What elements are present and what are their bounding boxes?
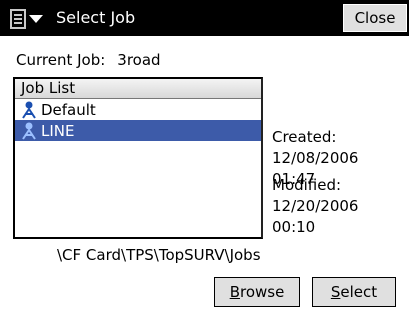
list-item-label: Default xyxy=(41,100,96,119)
current-job-value: 3road xyxy=(117,51,161,69)
start-menu-button[interactable] xyxy=(10,8,50,30)
start-menu-icon xyxy=(10,9,26,29)
list-item-selected[interactable]: LINE xyxy=(15,120,261,141)
select-button[interactable]: Select xyxy=(312,277,396,307)
chevron-down-icon xyxy=(29,15,43,23)
job-icon xyxy=(22,101,36,119)
window-title: Select Job xyxy=(56,8,136,27)
list-item-label: LINE xyxy=(41,121,75,140)
job-list-header[interactable]: Job List xyxy=(15,79,261,99)
close-button[interactable]: Close xyxy=(343,4,407,32)
job-icon xyxy=(22,122,36,140)
created-label: Created: xyxy=(272,128,337,146)
modified-info: Modified: 12/20/2006 00:10 xyxy=(272,175,358,238)
modified-label: Modified: xyxy=(272,176,342,194)
current-job: Current Job: 3road xyxy=(16,51,161,69)
job-list[interactable]: Job List Default LINE xyxy=(13,77,263,239)
jobs-path: \CF Card\TPS\TopSURV\Jobs xyxy=(57,246,261,264)
modified-date: 12/20/2006 xyxy=(272,197,359,215)
browse-button[interactable]: Browse xyxy=(214,277,300,307)
title-bar: Select Job Close xyxy=(0,0,409,36)
modified-time: 00:10 xyxy=(272,218,316,236)
current-job-label: Current Job: xyxy=(16,51,106,69)
list-item[interactable]: Default xyxy=(15,99,261,120)
created-date: 12/08/2006 xyxy=(272,149,359,167)
